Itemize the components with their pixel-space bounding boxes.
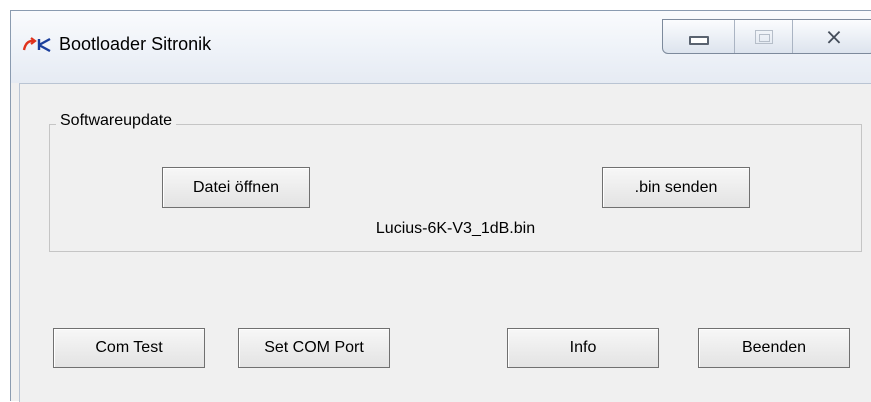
maximize-button[interactable] xyxy=(735,20,793,53)
send-bin-button[interactable]: .bin senden xyxy=(602,167,750,208)
minimize-icon xyxy=(688,36,709,45)
info-button[interactable]: Info xyxy=(507,328,659,368)
selected-file-name: Lucius-6K-V3_1dB.bin xyxy=(375,220,536,237)
close-button[interactable]: ⨯ xyxy=(793,20,871,53)
window-title: Bootloader Sitronik xyxy=(59,34,212,54)
set-com-port-button[interactable]: Set COM Port xyxy=(238,328,390,368)
close-icon: ⨯ xyxy=(824,23,844,49)
caption-buttons: ⨯ xyxy=(662,19,871,54)
app-arrow-icon xyxy=(22,37,51,52)
title-bar[interactable]: Bootloader Sitronik ⨯ xyxy=(11,11,871,83)
app-window: Bootloader Sitronik ⨯ Datei öffnen .bin … xyxy=(10,10,871,402)
exit-button[interactable]: Beenden xyxy=(698,328,850,368)
softwareupdate-groupbox: Datei öffnen .bin senden Lucius-6K-V3_1d… xyxy=(49,124,862,252)
open-file-button[interactable]: Datei öffnen xyxy=(162,167,310,208)
client-area: Datei öffnen .bin senden Lucius-6K-V3_1d… xyxy=(19,83,871,402)
maximize-icon xyxy=(754,29,773,44)
com-test-button[interactable]: Com Test xyxy=(53,328,205,368)
minimize-button[interactable] xyxy=(663,20,735,53)
groupbox-label: Softwareupdate xyxy=(56,112,177,130)
